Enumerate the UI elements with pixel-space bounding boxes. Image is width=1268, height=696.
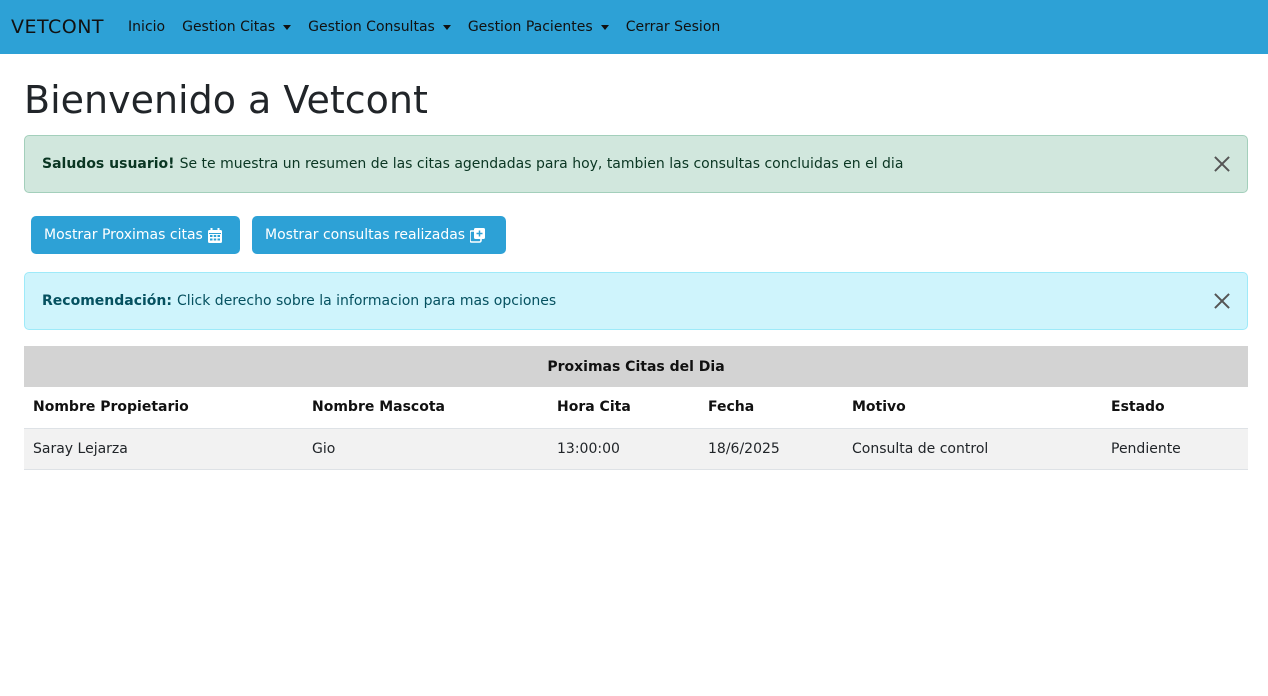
recommendation-alert-strong: Recomendación:: [42, 293, 172, 309]
table-caption: Proximas Citas del Dia: [24, 346, 1248, 387]
page-title: Bienvenido a Vetcont: [24, 78, 428, 122]
cell-mascota: Gio: [303, 428, 548, 470]
header-propietario: Nombre Propietario: [24, 387, 303, 429]
nav-cerrar-sesion[interactable]: Cerrar Sesion: [626, 19, 721, 35]
welcome-alert: Saludos usuario! Se te muestra un resume…: [24, 135, 1248, 193]
show-citas-button[interactable]: Mostrar Proximas citas: [31, 216, 240, 254]
welcome-alert-text: Se te muestra un resumen de las citas ag…: [179, 156, 904, 172]
cell-propietario: Saray Lejarza: [24, 428, 303, 470]
nav-inicio-label: Inicio: [128, 19, 166, 35]
header-hora: Hora Cita: [548, 387, 699, 429]
nav-gestion-citas[interactable]: Gestion Citas: [182, 19, 292, 35]
nav-inicio[interactable]: Inicio: [128, 19, 165, 35]
calendar-icon: [207, 227, 222, 243]
nav-gestion-pacientes-label: Gestion Pacientes: [467, 19, 593, 35]
header-fecha: Fecha: [699, 387, 843, 429]
table-row[interactable]: Saray Lejarza Gio 13:00:00 18/6/2025 Con…: [24, 428, 1248, 470]
cell-motivo: Consulta de control: [843, 428, 1102, 470]
cell-estado: Pendiente: [1102, 428, 1248, 470]
header-mascota: Nombre Mascota: [303, 387, 548, 429]
close-icon[interactable]: [1212, 291, 1232, 311]
welcome-alert-strong: Saludos usuario!: [42, 156, 175, 172]
cell-fecha: 18/6/2025: [699, 428, 843, 470]
nav-gestion-citas-label: Gestion Citas: [182, 19, 276, 35]
header-motivo: Motivo: [843, 387, 1102, 429]
recommendation-alert: Recomendación: Click derecho sobre la in…: [24, 272, 1248, 330]
citas-table: Proximas Citas del Dia Nombre Propietari…: [24, 346, 1248, 470]
close-icon[interactable]: [1212, 154, 1232, 174]
show-citas-label: Mostrar Proximas citas: [44, 227, 203, 243]
show-consultas-button[interactable]: Mostrar consultas realizadas: [252, 216, 506, 254]
caret-down-icon: [600, 24, 609, 30]
show-consultas-label: Mostrar consultas realizadas: [265, 227, 466, 243]
caret-down-icon: [283, 24, 292, 30]
nav-gestion-consultas[interactable]: Gestion Consultas: [308, 19, 451, 35]
nav-cerrar-sesion-label: Cerrar Sesion: [625, 19, 721, 35]
caret-down-icon: [442, 24, 451, 30]
brand-logo[interactable]: VETCONT: [11, 16, 104, 38]
cell-hora: 13:00:00: [548, 428, 699, 470]
copy-plus-icon: [470, 227, 486, 243]
navbar: VETCONT Inicio Gestion Citas Gestion Con…: [0, 0, 1268, 54]
recommendation-alert-text: Click derecho sobre la informacion para …: [177, 293, 557, 309]
header-estado: Estado: [1102, 387, 1248, 429]
nav-gestion-consultas-label: Gestion Consultas: [308, 19, 435, 35]
nav-gestion-pacientes[interactable]: Gestion Pacientes: [468, 19, 609, 35]
